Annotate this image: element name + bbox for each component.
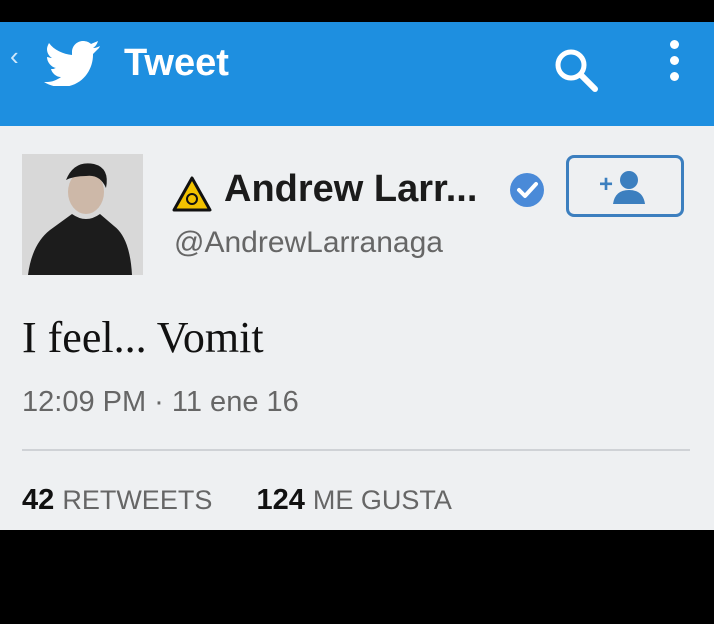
- add-user-icon: +: [599, 171, 645, 204]
- tweet-stats: 42 RETWEETS 124 ME GUSTA: [22, 484, 452, 517]
- tweet-timestamp: 12:09 PM · 11 ene 16: [22, 386, 299, 418]
- warning-icon: [172, 176, 212, 212]
- divider: [22, 449, 690, 451]
- retweets-label: RETWEETS: [62, 485, 213, 515]
- follow-button[interactable]: +: [566, 155, 684, 217]
- verified-badge-icon: [510, 173, 544, 207]
- overflow-menu-icon[interactable]: [664, 40, 684, 100]
- likes-stat[interactable]: 124 ME GUSTA: [256, 484, 451, 516]
- retweets-count: 42: [22, 484, 55, 516]
- user-handle[interactable]: @AndrewLarranaga: [174, 226, 443, 260]
- page-title: Tweet: [124, 42, 229, 84]
- top-toolbar: [0, 22, 714, 126]
- tweet-text: I feel... Vomit: [22, 313, 264, 362]
- svg-text:+: +: [599, 171, 613, 198]
- avatar-image: [22, 154, 143, 275]
- search-icon[interactable]: [551, 45, 601, 95]
- avatar[interactable]: [22, 154, 143, 275]
- twitter-bird-icon: [44, 41, 100, 86]
- likes-count: 124: [256, 484, 305, 516]
- chevron-left-icon[interactable]: ‹: [10, 43, 30, 69]
- retweets-stat[interactable]: 42 RETWEETS: [22, 484, 220, 516]
- screen: ‹ Tweet Andrew Larr... + @AndrewLarranag…: [0, 0, 714, 624]
- likes-label: ME GUSTA: [312, 485, 452, 515]
- user-name[interactable]: Andrew Larr...: [224, 168, 477, 211]
